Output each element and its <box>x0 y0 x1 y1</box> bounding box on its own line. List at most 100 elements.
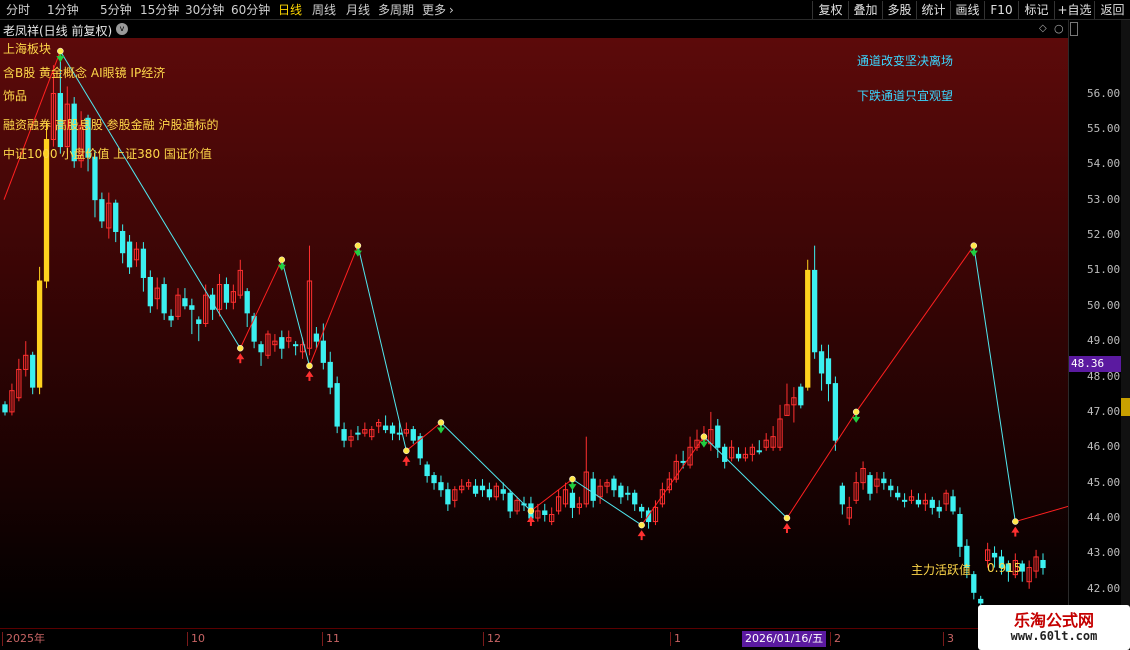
candle-down <box>507 492 513 512</box>
candle-down <box>722 446 728 462</box>
candle-down <box>929 499 935 508</box>
pivot-marker <box>970 242 978 249</box>
zigzag-segment <box>357 245 407 451</box>
candle-down <box>258 344 264 353</box>
timeframe-tab-5[interactable]: 60分钟 <box>231 2 270 18</box>
timeframe-tab-10[interactable]: 更多 <box>422 2 446 18</box>
candle-down <box>978 598 984 604</box>
candle-down <box>279 337 285 349</box>
candle-down <box>334 383 340 427</box>
toolbar-button-6[interactable]: 标记 <box>1018 1 1054 19</box>
kline-chart[interactable]: 上海板块 含B股 黄金概念 AI眼镜 IP经济 饰品 融资融券 高股息股 参股金… <box>0 38 1068 618</box>
tag-line-2: 含B股 黄金概念 AI眼镜 IP经济 <box>3 66 166 80</box>
pivot-marker <box>278 256 286 264</box>
timeframe-tab-6[interactable]: 日线 <box>278 2 302 18</box>
candle-down <box>832 383 839 441</box>
candle-down <box>500 489 506 494</box>
candle-down <box>182 298 188 307</box>
toolbar-button-3[interactable]: 统计 <box>916 1 950 19</box>
pivot-marker <box>237 344 244 352</box>
candle-down <box>839 485 845 505</box>
candle-down <box>611 478 617 491</box>
toolbar-button-2[interactable]: 多股 <box>882 1 916 19</box>
zigzag-segment <box>786 411 857 519</box>
toolbar-button-7[interactable]: +自选 <box>1054 1 1094 19</box>
timeframe-tab-2[interactable]: 5分钟 <box>100 2 132 18</box>
candle-down <box>957 513 963 547</box>
candle-down <box>756 450 762 453</box>
pivot-marker <box>700 433 708 440</box>
timeframe-tab-0[interactable]: 分时 <box>6 2 30 18</box>
pivot-marker <box>527 507 535 515</box>
candle-down <box>1040 559 1046 569</box>
candle-down <box>915 499 922 505</box>
watermark-logo: 乐淘公式网 www.60lt.com <box>978 605 1130 650</box>
right-scrollbar[interactable] <box>1121 20 1130 628</box>
watermark-url: www.60lt.com <box>1010 629 1098 643</box>
candle-down <box>92 156 98 201</box>
candle-down <box>632 492 638 505</box>
circle-icon[interactable]: ○ <box>1054 22 1064 35</box>
scrollbar-thumb[interactable] <box>1121 398 1130 416</box>
candle-down <box>223 284 230 303</box>
candle-down <box>189 305 195 310</box>
candle-down <box>542 510 548 515</box>
time-axis: 2026/01/16/五 2025年 10 11 12 1 2 3 <box>0 628 1130 650</box>
period-toolbar: 分时 1分钟 5分钟 15分钟 30分钟 60分钟 日线 周线 月线 多周期 更多 › 复权 叠加 多股 统计… <box>0 0 1130 20</box>
time-tick-1: 10 <box>187 632 205 646</box>
toolbar-button-0[interactable]: 复权 <box>812 1 848 19</box>
candle-down <box>991 552 998 558</box>
candle-down <box>244 291 250 314</box>
candle-down <box>971 574 977 593</box>
candle-down <box>735 453 742 459</box>
time-tick-5: 2 <box>830 632 841 646</box>
candle-up <box>36 280 43 388</box>
zigzag-segment <box>530 478 573 512</box>
candle-down <box>251 315 257 342</box>
time-tick-0: 2025年 <box>2 632 45 646</box>
candle-down <box>798 386 804 406</box>
timeframe-tab-1[interactable]: 1分钟 <box>47 2 79 18</box>
candle-down <box>382 425 389 431</box>
timeframe-tab-9[interactable]: 多周期 <box>378 2 414 18</box>
candle-down <box>168 315 174 321</box>
candle-up <box>805 269 811 388</box>
toolbar-button-4[interactable]: 画线 <box>950 1 984 19</box>
toolbar-button-8[interactable]: 返回 <box>1094 1 1130 19</box>
more-arrow-icon[interactable]: › <box>449 2 454 18</box>
timeframe-tab-3[interactable]: 15分钟 <box>140 2 179 18</box>
timeframe-tab-7[interactable]: 周线 <box>312 2 336 18</box>
candle-down <box>389 425 396 434</box>
candle-down <box>99 199 105 222</box>
timeframe-tab-4[interactable]: 30分钟 <box>185 2 224 18</box>
diamond-icon[interactable]: ◇ <box>1039 23 1047 34</box>
candle-down <box>431 475 437 484</box>
strategy-watch-signal: 下跌通道只宜观望 <box>857 89 954 103</box>
candle-down <box>140 248 147 278</box>
candle-down <box>895 492 901 498</box>
candle-down <box>424 464 430 477</box>
axis-toggle-icon[interactable] <box>1070 22 1078 36</box>
toolbar-button-1[interactable]: 叠加 <box>848 1 882 19</box>
candle-down <box>445 489 451 505</box>
indicator-label: 主力活跃值 <box>911 563 972 577</box>
candle-down <box>30 354 36 388</box>
candle-down <box>410 429 416 441</box>
zigzag-segment <box>973 245 1016 522</box>
candle-down <box>320 340 326 363</box>
candle-down <box>147 276 153 307</box>
candle-down <box>2 404 8 413</box>
pivot-marker <box>306 362 313 370</box>
candle-down <box>936 506 942 512</box>
candle-down <box>479 485 486 491</box>
zigzag-segment <box>1015 505 1068 523</box>
timeframe-tab-8[interactable]: 月线 <box>346 2 370 18</box>
pivot-marker <box>403 447 410 455</box>
candle-down <box>313 333 320 342</box>
title-dropdown-icon[interactable]: v <box>116 23 128 35</box>
zigzag-segment <box>641 436 705 526</box>
tag-line-4: 融资融券 高股息股 参股金融 沪股通标的 <box>3 118 219 132</box>
pivot-marker <box>852 408 860 416</box>
toolbar-button-5[interactable]: F10 <box>984 1 1018 19</box>
zigzag-segment <box>855 245 975 413</box>
